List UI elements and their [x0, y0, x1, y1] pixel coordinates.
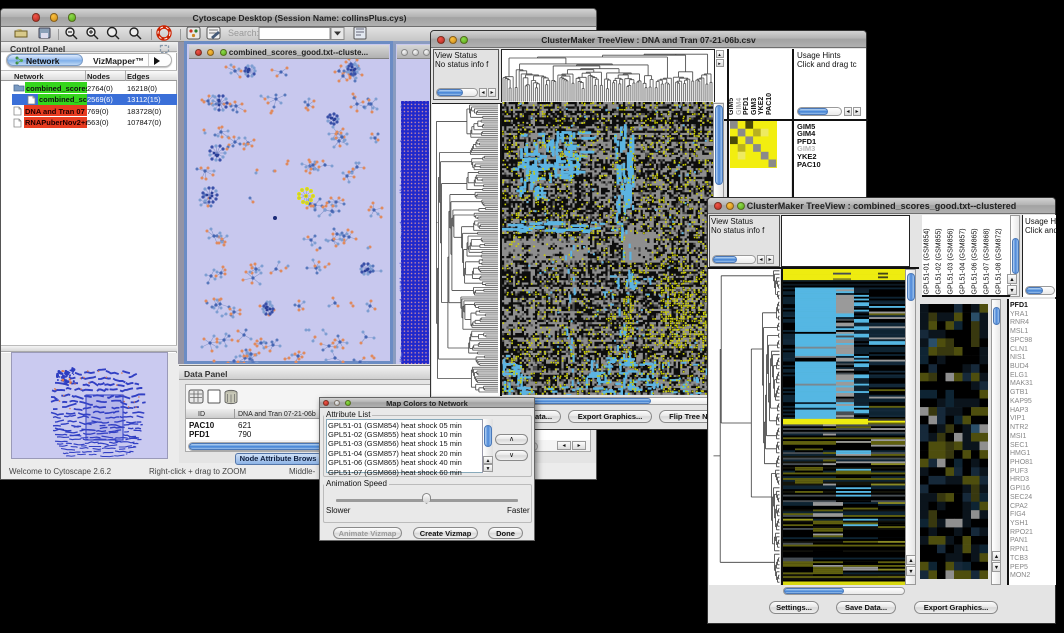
svg-text:Search:: Search: — [228, 28, 259, 38]
